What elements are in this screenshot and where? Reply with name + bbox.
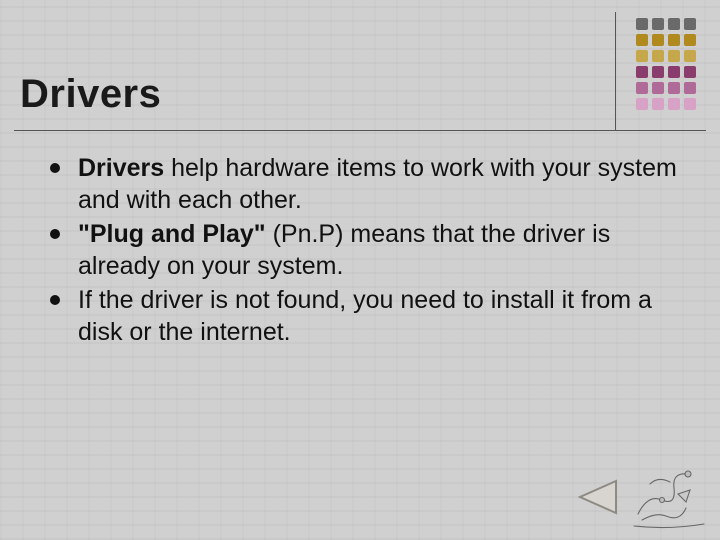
slide-title: Drivers [20,72,161,117]
decor-dot [668,18,680,30]
decor-dot [684,18,696,30]
bullet-item: If the driver is not found, you need to … [46,284,680,348]
decor-dot [652,50,664,62]
decor-dot [684,50,696,62]
decor-dot-grid [636,18,696,110]
slide: Drivers Drivers help hardware items to w… [0,0,720,540]
bullet-bold: "Plug and Play" [78,220,266,248]
decor-dot [668,98,680,110]
decor-dot [668,50,680,62]
bullet-item: Drivers help hardware items to work with… [46,152,680,216]
decor-dot [652,82,664,94]
decor-dot [636,82,648,94]
decor-vertical-line [615,12,616,130]
bullet-text: help hardware items to work with your sy… [78,154,677,214]
corner-illustration [628,454,710,532]
bullet-text: If the driver is not found, you need to … [78,286,652,346]
decor-horizontal-line [14,130,706,131]
bullet-item: "Plug and Play" (Pn.P) means that the dr… [46,218,680,282]
slide-body: Drivers help hardware items to work with… [46,152,680,350]
bullet-bold: Drivers [78,154,164,182]
decor-dot [636,50,648,62]
back-button[interactable] [574,478,620,516]
decor-dot [684,98,696,110]
decor-dot [636,34,648,46]
decor-dot [684,66,696,78]
decor-dot [636,98,648,110]
decor-dot [652,18,664,30]
decor-dot [652,66,664,78]
decor-dot [652,98,664,110]
decor-dot [684,82,696,94]
decor-dot [668,66,680,78]
triangle-left-icon [574,478,620,516]
decor-dot [636,18,648,30]
decor-dot [684,34,696,46]
decor-dot [652,34,664,46]
decor-dot [636,66,648,78]
decor-dot [668,34,680,46]
decor-dot [668,82,680,94]
